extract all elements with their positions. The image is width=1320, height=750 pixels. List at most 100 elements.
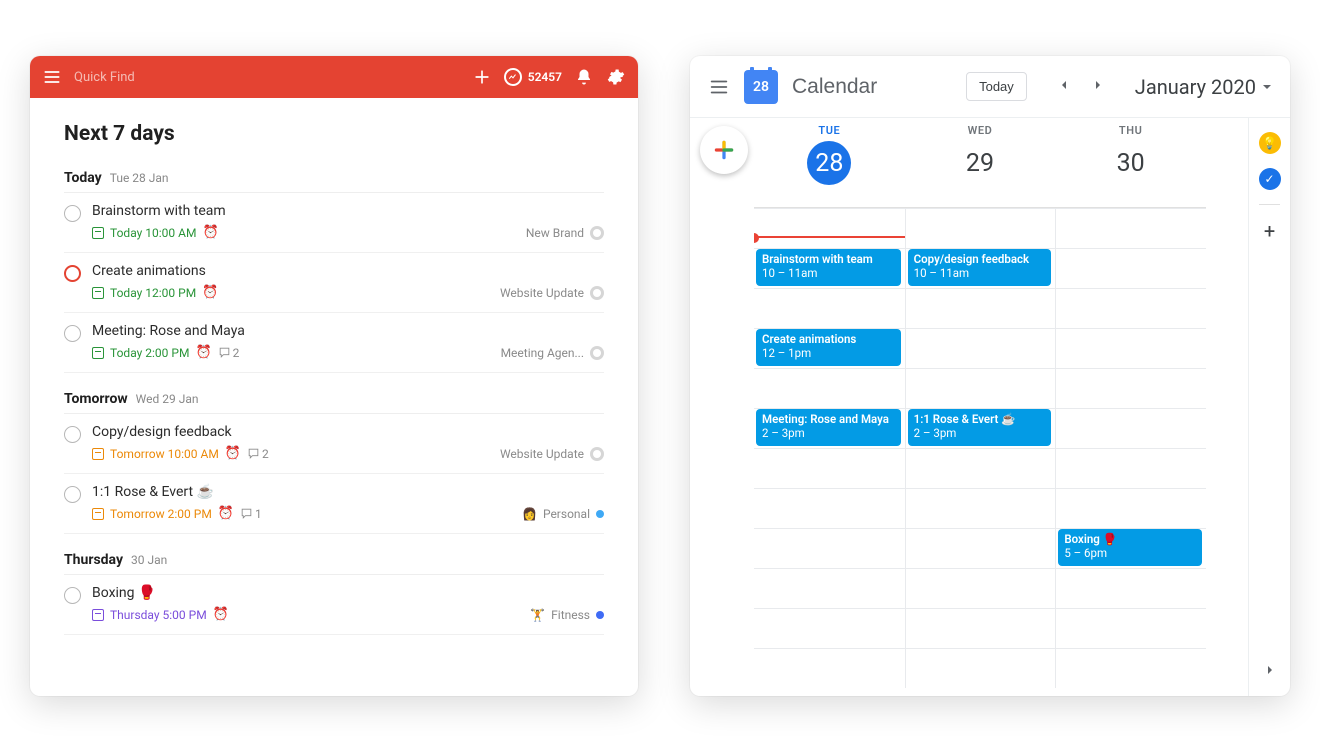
- task-project[interactable]: Website Update: [500, 286, 604, 300]
- assignee-avatar: [590, 447, 604, 461]
- day-column[interactable]: Copy/design feedback10 – 11am 1:1 Rose & …: [905, 208, 1056, 688]
- calendar-event[interactable]: Create animations12 – 1pm: [756, 329, 901, 366]
- event-time: 2 – 3pm: [914, 426, 1046, 440]
- calendar-app: 28 Calendar Today January 2020 GMT+01 TU…: [690, 56, 1290, 696]
- day-header[interactable]: TUE28: [754, 118, 905, 207]
- event-title: Create animations: [762, 332, 895, 346]
- task-project[interactable]: 👩 Personal: [522, 507, 604, 521]
- right-rail: 💡 ✓ +: [1248, 118, 1290, 696]
- calendar-grid: GMT+01 TUE28WED29THU30 9 AM10 AM11 AM12 …: [754, 118, 1248, 696]
- project-emoji: 👩: [522, 507, 537, 521]
- project-label: Website Update: [500, 447, 584, 461]
- day-column[interactable]: Boxing 🥊5 – 6pm: [1055, 208, 1206, 688]
- assignee-avatar: [590, 286, 604, 300]
- task-project[interactable]: 🏋️Fitness: [530, 608, 604, 622]
- event-time: 2 – 3pm: [762, 426, 895, 440]
- project-dot: [596, 611, 604, 619]
- day-of-week: WED: [905, 124, 1056, 137]
- task-time: Today 2:00 PM: [110, 346, 189, 360]
- task-checkbox[interactable]: [64, 486, 81, 503]
- comments-count[interactable]: 2: [247, 447, 269, 461]
- calendar-icon: [92, 227, 104, 239]
- now-indicator: [754, 236, 905, 238]
- task-item[interactable]: Meeting: Rose and MayaToday 2:00 PM ⏰ 2M…: [64, 313, 604, 373]
- calendar-icon: [92, 448, 104, 460]
- project-dot: [596, 510, 604, 518]
- alarm-icon: ⏰: [218, 506, 234, 521]
- calendar-event[interactable]: Boxing 🥊5 – 6pm: [1058, 529, 1202, 566]
- assignee-avatar: [590, 226, 604, 240]
- collapse-rail-icon[interactable]: [1249, 662, 1290, 682]
- task-checkbox[interactable]: [64, 426, 81, 443]
- calendar-header: 28 Calendar Today January 2020: [690, 56, 1290, 118]
- project-label: Fitness: [551, 608, 590, 622]
- task-title: Boxing 🥊: [92, 585, 604, 601]
- day-of-week: THU: [1055, 124, 1206, 137]
- keep-icon[interactable]: 💡: [1259, 132, 1281, 154]
- calendar-event[interactable]: Meeting: Rose and Maya2 – 3pm: [756, 409, 901, 446]
- event-title: Boxing 🥊: [1064, 532, 1196, 546]
- quick-find-input[interactable]: Quick Find: [74, 70, 135, 85]
- group-date: Tue 28 Jan: [110, 171, 169, 185]
- task-item[interactable]: Create animationsToday 12:00 PM ⏰Website…: [64, 253, 604, 313]
- event-time: 5 – 6pm: [1064, 546, 1196, 560]
- group-date: Wed 29 Jan: [136, 392, 199, 406]
- group-date: 30 Jan: [131, 553, 167, 567]
- task-project[interactable]: Meeting Agen...: [501, 346, 604, 360]
- day-header[interactable]: THU 30: [1055, 118, 1206, 207]
- addons-plus-icon[interactable]: +: [1249, 219, 1290, 243]
- task-time: Today 10:00 AM: [110, 226, 196, 240]
- day-number: 30: [1109, 141, 1153, 185]
- event-title: Copy/design feedback: [914, 252, 1046, 266]
- task-item[interactable]: Brainstorm with teamToday 10:00 AM ⏰New …: [64, 193, 604, 253]
- next-button[interactable]: [1083, 72, 1113, 102]
- calendar-event[interactable]: Brainstorm with team10 – 11am: [756, 249, 901, 286]
- calendar-event[interactable]: Copy/design feedback10 – 11am: [908, 249, 1052, 286]
- task-time: Tomorrow 2:00 PM: [110, 507, 212, 521]
- menu-icon[interactable]: [42, 67, 62, 87]
- todoist-body: Next 7 days TodayTue 28 Jan Brainstorm wi…: [30, 98, 638, 696]
- nav-arrows: [1049, 72, 1113, 102]
- day-number: 28: [807, 141, 851, 185]
- task-checkbox[interactable]: [64, 205, 81, 222]
- task-checkbox[interactable]: [64, 265, 81, 282]
- day-column[interactable]: Brainstorm with team10 – 11am Create anim…: [754, 208, 905, 688]
- add-task-button[interactable]: [472, 67, 492, 87]
- task-checkbox[interactable]: [64, 587, 81, 604]
- project-label: Personal: [543, 507, 590, 521]
- karma-score[interactable]: 52457: [504, 68, 562, 86]
- karma-icon: [504, 68, 522, 86]
- task-project[interactable]: New Brand: [526, 226, 604, 240]
- task-title: Brainstorm with team: [92, 203, 604, 219]
- create-button[interactable]: [700, 126, 748, 174]
- alarm-icon: ⏰: [213, 607, 229, 622]
- event-title: Meeting: Rose and Maya: [762, 412, 895, 426]
- menu-icon[interactable]: [708, 76, 730, 98]
- task-item[interactable]: Boxing 🥊Thursday 5:00 PM ⏰🏋️Fitness: [64, 575, 604, 635]
- tasks-icon[interactable]: ✓: [1259, 168, 1281, 190]
- group-header: TodayTue 28 Jan: [64, 170, 604, 193]
- karma-value: 52457: [528, 70, 562, 84]
- group-name: Tomorrow: [64, 391, 128, 407]
- page-title: Next 7 days: [64, 122, 604, 146]
- task-item[interactable]: 1:1 Rose & Evert ☕Tomorrow 2:00 PM ⏰ 1👩P…: [64, 474, 604, 534]
- event-time: 10 – 11am: [914, 266, 1046, 280]
- task-item[interactable]: Copy/design feedbackTomorrow 10:00 AM ⏰ …: [64, 414, 604, 474]
- task-project[interactable]: Website Update: [500, 447, 604, 461]
- group-header: Thursday30 Jan: [64, 552, 604, 575]
- alarm-icon: ⏰: [195, 345, 211, 360]
- comments-count[interactable]: 1: [240, 507, 262, 521]
- settings-icon[interactable]: [606, 67, 626, 87]
- day-header[interactable]: WED29: [905, 118, 1056, 207]
- event-title: Brainstorm with team: [762, 252, 895, 266]
- task-checkbox[interactable]: [64, 325, 81, 342]
- project-label: Website Update: [500, 286, 584, 300]
- prev-button[interactable]: [1049, 72, 1079, 102]
- comments-count[interactable]: 2: [218, 346, 240, 360]
- assignee-avatar: [590, 346, 604, 360]
- calendar-event[interactable]: 1:1 Rose & Evert ☕2 – 3pm: [908, 409, 1052, 446]
- calendar-scroll[interactable]: 9 AM10 AM11 AM12 PM1 PM2 PM3 PM4 PM5 PM6…: [754, 208, 1206, 696]
- today-button[interactable]: Today: [966, 72, 1027, 101]
- notifications-icon[interactable]: [574, 67, 594, 87]
- date-range[interactable]: January 2020: [1135, 75, 1272, 99]
